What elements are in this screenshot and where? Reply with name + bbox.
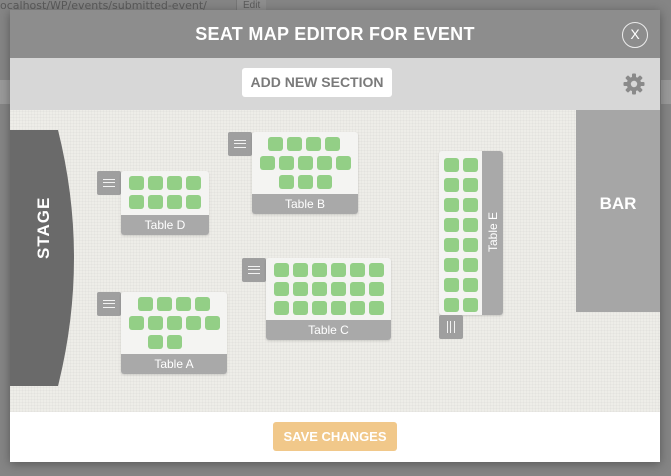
seat[interactable] xyxy=(331,301,346,315)
seat[interactable] xyxy=(369,282,384,296)
seat[interactable] xyxy=(293,282,308,296)
seat[interactable] xyxy=(167,176,182,190)
table-label: Table D xyxy=(121,215,209,235)
bar-label: BAR xyxy=(599,194,637,213)
seat[interactable] xyxy=(186,176,201,190)
seat[interactable] xyxy=(350,263,365,277)
seat[interactable] xyxy=(463,218,478,232)
modal-footer: SAVE CHANGES xyxy=(10,412,660,462)
close-button[interactable]: X xyxy=(622,22,648,48)
seat[interactable] xyxy=(129,195,144,209)
seat[interactable] xyxy=(312,263,327,277)
seat[interactable] xyxy=(444,298,459,312)
seat[interactable] xyxy=(463,198,478,212)
table-e-drag-handle[interactable] xyxy=(439,315,463,339)
add-new-section-button[interactable]: ADD NEW SECTION xyxy=(242,68,392,97)
seat[interactable] xyxy=(293,301,308,315)
seat[interactable] xyxy=(463,258,478,272)
seat[interactable] xyxy=(444,238,459,252)
seat[interactable] xyxy=(369,301,384,315)
seat[interactable] xyxy=(148,176,163,190)
seat[interactable] xyxy=(369,263,384,277)
seat[interactable] xyxy=(129,316,144,330)
seat[interactable] xyxy=(444,278,459,292)
seat[interactable] xyxy=(306,137,321,151)
seat[interactable] xyxy=(167,316,182,330)
seat[interactable] xyxy=(176,297,191,311)
seat[interactable] xyxy=(186,195,201,209)
table-c[interactable]: Table C xyxy=(266,258,391,340)
table-label-vertical: Table E xyxy=(482,151,503,315)
table-label: Table A xyxy=(121,354,227,374)
seat[interactable] xyxy=(274,263,289,277)
table-label: Table C xyxy=(266,320,391,340)
seat[interactable] xyxy=(463,158,478,172)
editor-toolbar: ADD NEW SECTION xyxy=(10,58,660,110)
gear-icon[interactable] xyxy=(622,72,646,96)
seat[interactable] xyxy=(167,335,182,349)
backdrop-panel-left xyxy=(0,80,10,104)
seat[interactable] xyxy=(312,301,327,315)
seat[interactable] xyxy=(129,176,144,190)
seat[interactable] xyxy=(274,282,289,296)
table-e[interactable]: Table E xyxy=(439,151,503,315)
seat[interactable] xyxy=(463,278,478,292)
table-label: Table B xyxy=(252,194,358,214)
table-d[interactable]: Table D xyxy=(121,171,209,235)
table-d-drag-handle[interactable] xyxy=(97,171,121,195)
save-changes-button[interactable]: SAVE CHANGES xyxy=(273,422,397,451)
seat[interactable] xyxy=(325,137,340,151)
seat[interactable] xyxy=(317,156,332,170)
seat[interactable] xyxy=(274,301,289,315)
table-c-drag-handle[interactable] xyxy=(242,258,266,282)
seat[interactable] xyxy=(336,156,351,170)
seat[interactable] xyxy=(186,316,201,330)
seat[interactable] xyxy=(298,175,313,189)
seat[interactable] xyxy=(279,175,294,189)
table-label: Table E xyxy=(486,211,500,253)
seat[interactable] xyxy=(463,238,478,252)
seat[interactable] xyxy=(148,335,163,349)
seat[interactable] xyxy=(260,156,275,170)
seat[interactable] xyxy=(350,301,365,315)
seat[interactable] xyxy=(317,175,332,189)
seat-map-modal: SEAT MAP EDITOR FOR EVENT X ADD NEW SECT… xyxy=(10,10,660,462)
seat[interactable] xyxy=(157,297,172,311)
seat[interactable] xyxy=(195,297,210,311)
seat[interactable] xyxy=(444,218,459,232)
seat[interactable] xyxy=(312,282,327,296)
table-a[interactable]: Table A xyxy=(121,292,227,374)
seat[interactable] xyxy=(287,137,302,151)
seat[interactable] xyxy=(167,195,182,209)
seat[interactable] xyxy=(444,158,459,172)
seat[interactable] xyxy=(138,297,153,311)
seat[interactable] xyxy=(331,263,346,277)
stage-label: STAGE xyxy=(34,196,53,259)
seat[interactable] xyxy=(205,316,220,330)
seat[interactable] xyxy=(350,282,365,296)
table-b[interactable]: Table B xyxy=(252,132,358,214)
seat[interactable] xyxy=(331,282,346,296)
seat[interactable] xyxy=(279,156,294,170)
seat[interactable] xyxy=(463,298,478,312)
seat[interactable] xyxy=(444,258,459,272)
seat[interactable] xyxy=(463,178,478,192)
bar-area[interactable]: BAR xyxy=(576,110,660,312)
table-a-drag-handle[interactable] xyxy=(97,292,121,316)
seat[interactable] xyxy=(148,195,163,209)
seat[interactable] xyxy=(298,156,313,170)
seat[interactable] xyxy=(293,263,308,277)
seat[interactable] xyxy=(444,198,459,212)
seat[interactable] xyxy=(268,137,283,151)
seat[interactable] xyxy=(148,316,163,330)
table-b-drag-handle[interactable] xyxy=(228,132,252,156)
modal-title: SEAT MAP EDITOR FOR EVENT xyxy=(195,24,475,44)
modal-header: SEAT MAP EDITOR FOR EVENT X xyxy=(10,10,660,58)
seat-map-canvas[interactable]: STAGE BAR Table D Table B Table C Table … xyxy=(10,110,660,412)
backdrop-panel-right xyxy=(661,80,671,104)
seat[interactable] xyxy=(444,178,459,192)
